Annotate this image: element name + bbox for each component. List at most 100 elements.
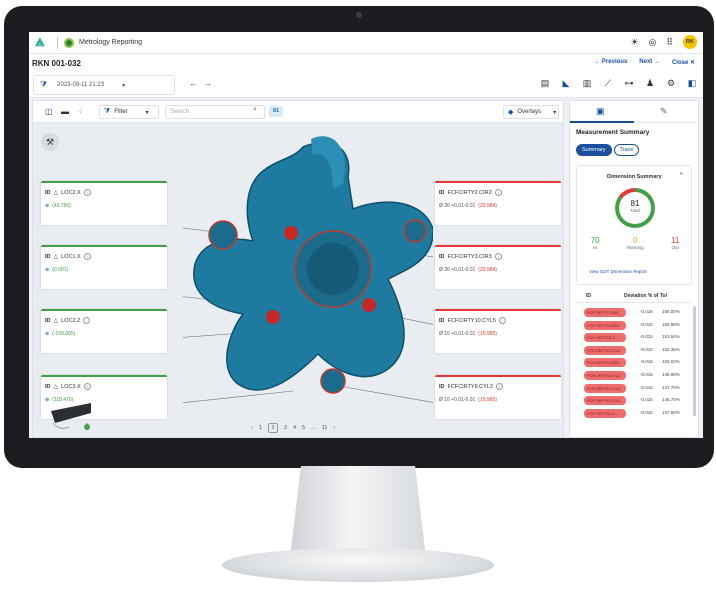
scrollbar[interactable]: [693, 306, 696, 416]
callout-id: ID FCFCIRTY3.CIR3 i: [439, 253, 502, 260]
info-icon[interactable]: i: [83, 317, 91, 324]
table-row[interactable]: FCFCIRTY9.CYL4 -0.015 147.70%: [576, 382, 692, 395]
sun-icon[interactable]: ☀: [630, 37, 638, 48]
camera-dot: [356, 12, 362, 18]
callout-card[interactable]: ID FCFCIRTY3.CIR3 i Ø 30 +0.01-0.01 (29.984…: [435, 245, 561, 289]
clipboard-icon[interactable]: ▣: [596, 106, 605, 117]
part-3d-model[interactable]: [183, 129, 433, 409]
deviation-value: -0.015: [640, 334, 653, 340]
total-label: Total: [630, 208, 640, 213]
deviation-percent: 152.36%: [662, 346, 680, 352]
table-row[interactable]: FCFCIRTY5.CYL3 -0.015 148.98%: [576, 369, 692, 382]
table-row[interactable]: FCFCIRTY4.CIR4 -0.015 150.02%: [576, 356, 692, 369]
tab-trace[interactable]: Trace: [613, 144, 640, 156]
page-prev-button[interactable]: ‹: [251, 425, 253, 431]
info-icon[interactable]: i: [495, 383, 503, 390]
column-header-id[interactable]: ID: [586, 293, 591, 299]
previous-button[interactable]: ← Previous: [594, 59, 627, 66]
filter-label: Filter: [114, 109, 128, 115]
page-next-button[interactable]: ›: [333, 425, 335, 431]
forward-arrow-button[interactable]: →: [203, 78, 212, 88]
feature-id-pill: FCFCIRTY4.CIR4: [584, 358, 626, 368]
column-header-deviation[interactable]: Deviation % of Tol: [624, 293, 667, 299]
table-row[interactable]: FCFCIRTY8.CYL4 -0.015 146.70%: [576, 394, 692, 407]
grid-icon[interactable]: ⠿: [666, 37, 673, 48]
info-icon[interactable]: i: [83, 383, 91, 390]
chart-icon[interactable]: ◣: [561, 78, 571, 89]
page-number[interactable]: 1: [259, 425, 262, 431]
table-row[interactable]: FCFCIRTY6.CYL2 -0.015 152.36%: [576, 344, 692, 357]
chevron-down-icon: ▾: [553, 109, 557, 116]
dimension-summary-title: Dimension Summary: [607, 174, 662, 180]
callout-card[interactable]: ID FCFCIRTY6.CYL2 i Ø 16 +0.01-0.01 (15.985…: [435, 375, 561, 419]
link-icon[interactable]: ⊶: [624, 78, 634, 89]
filter-button[interactable]: ⧩ Filter ▾: [99, 105, 159, 119]
report-icon[interactable]: ▥: [582, 78, 592, 89]
info-icon[interactable]: i: [494, 253, 502, 260]
warning-stat: 0 Warning: [627, 236, 644, 250]
date-selector[interactable]: ⧩ 2023-09-11 21:23 ▾: [33, 75, 175, 95]
marker-red-1: [284, 226, 298, 240]
deviation-value: -0.016: [640, 309, 653, 314]
table-row[interactable]: FCFCIRTY11.C... -0.015 147.60%: [576, 407, 692, 420]
tools-icon[interactable]: ⚒: [41, 133, 59, 151]
callout-value: Ø 30 +0.01-0.01 (29.984): [439, 267, 497, 273]
table-row[interactable]: FCFCIRTY2.CIR2 -0.016 155.00%: [576, 306, 692, 319]
model-viewer: ◫ ▬ ⁘ ⧩ Filter ▾ Search ⌕ 81 ◆ Overlays …: [32, 100, 564, 438]
app-icon: [64, 37, 74, 48]
chevron-down-icon: ▾: [145, 109, 149, 116]
callout-card[interactable]: ID △ LOC1.X i ⊕ (0.001): [41, 245, 167, 289]
tab-summary[interactable]: Summary: [576, 144, 612, 156]
info-icon[interactable]: i: [83, 189, 91, 196]
table-row[interactable]: FCFCIRTY3.CIR3 -0.016 155.88%: [576, 319, 692, 332]
search-icon[interactable]: ⌕: [253, 106, 257, 114]
page-number[interactable]: 3: [284, 425, 287, 431]
trend-icon[interactable]: ⟋: [603, 78, 613, 89]
overlays-button[interactable]: ◆ Overlays ▾: [503, 105, 559, 119]
view-orientation-gizmo[interactable]: [41, 401, 101, 431]
chevron-up-icon[interactable]: ˄: [679, 172, 683, 178]
filter-icon: ⧩: [40, 80, 48, 89]
layers-icon[interactable]: ◫: [45, 107, 53, 116]
app-bar: ⟁ Metrology Reporting ☀ ◎ ⠿ RK: [29, 32, 703, 54]
callout-card[interactable]: ID FCFCIRTY10.CYL5 i Ø 16 +0.01-0.01 (15.98…: [435, 309, 561, 353]
info-icon[interactable]: i: [83, 253, 91, 260]
feature-id-pill: FCFCIRTY11.C...: [584, 408, 626, 418]
panel-tabs: ▣ ✎: [570, 101, 698, 123]
table-view-icon[interactable]: ⁘: [77, 107, 84, 116]
back-arrow-button[interactable]: ←: [189, 78, 198, 88]
hole-cyl2: [320, 368, 346, 394]
list-view-icon[interactable]: ▬: [61, 107, 69, 116]
monitor-stand-base: [222, 548, 494, 582]
page-number[interactable]: 4: [293, 425, 296, 431]
callout-card[interactable]: ID FCFCIRTY2.CIR2 i Ø 30 +0.01-0.01 (29.984…: [435, 181, 561, 225]
settings-icon[interactable]: ⚙: [666, 78, 676, 89]
info-icon[interactable]: i: [494, 189, 502, 196]
feature-id-pill: FCFCIRTY5.CYL3: [584, 370, 626, 380]
search-input[interactable]: Search: [165, 105, 265, 119]
info-icon[interactable]: i: [499, 317, 506, 324]
callout-id: ID FCFCIRTY10.CYL5 i: [439, 317, 506, 324]
next-button[interactable]: Next →: [639, 59, 660, 66]
position-tolerance-icon: ⊕: [45, 331, 50, 337]
hole-cir3: [403, 219, 427, 243]
document-icon[interactable]: ▤: [540, 78, 550, 89]
page-number-current[interactable]: 2: [267, 423, 278, 433]
close-button[interactable]: Close ✕: [672, 59, 695, 66]
panel-toggle-icon[interactable]: ◧: [687, 78, 697, 89]
out-stat: 11 Out: [671, 236, 679, 250]
table-row[interactable]: FCFCIRTY10.C... -0.015 153.94%: [576, 331, 692, 344]
callout-card[interactable]: ID △ LOC2.X i ⊕ (49.756): [41, 181, 167, 225]
callout-card[interactable]: ID △ LOC2.Z i ⊕ (-100.005): [41, 309, 167, 353]
brand-logo-icon[interactable]: ⟁: [35, 36, 51, 50]
users-icon[interactable]: ♟: [645, 78, 655, 89]
gdt-report-link[interactable]: View GDT Dimension Report: [589, 269, 647, 274]
avatar[interactable]: RK: [683, 35, 697, 49]
part-bore-inner: [307, 243, 359, 295]
page-number[interactable]: 11: [322, 425, 328, 431]
page-number[interactable]: 5: [302, 425, 305, 431]
date-value: 2023-09-11 21:23: [57, 82, 105, 88]
annotation-icon[interactable]: ✎: [660, 106, 668, 117]
globe-icon[interactable]: ◎: [649, 37, 657, 48]
deviation-percent: 153.94%: [662, 334, 680, 340]
